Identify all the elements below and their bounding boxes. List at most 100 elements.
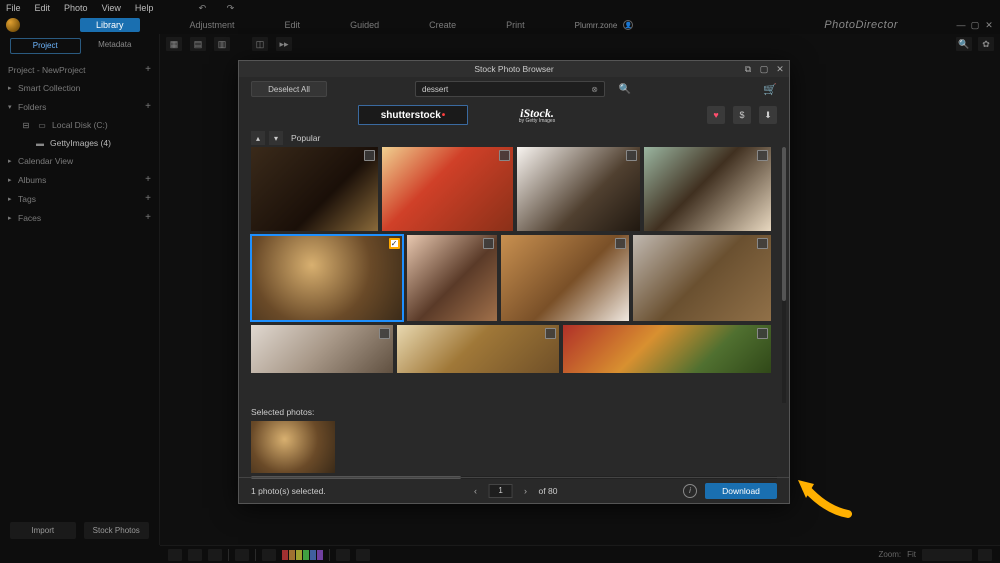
photo-thumb[interactable]: [397, 325, 559, 373]
provider-istock-tab[interactable]: iStock. by Getty Images: [482, 105, 592, 125]
menu-help[interactable]: Help: [135, 3, 154, 13]
sort-label[interactable]: Popular: [291, 133, 320, 143]
color-orange-icon[interactable]: [289, 550, 295, 560]
thumb-checkbox[interactable]: [757, 150, 768, 161]
maximize-dialog-icon[interactable]: ▢: [759, 64, 769, 75]
purchased-icon[interactable]: $: [733, 106, 751, 124]
sidebar-tags[interactable]: ▸ Tags +: [0, 189, 159, 208]
selected-thumb[interactable]: [251, 421, 335, 473]
favorites-icon[interactable]: ♥: [707, 106, 725, 124]
sidebar-local-disk[interactable]: ⊟ ▭ Local Disk (C:): [0, 116, 159, 134]
search-button-icon[interactable]: 🔍: [617, 81, 633, 97]
downloads-icon[interactable]: ⬇: [759, 106, 777, 124]
sort-asc-icon[interactable]: ▴: [251, 131, 265, 145]
slideshow-icon[interactable]: ▸▸: [276, 37, 292, 51]
sidebar-calendar[interactable]: ▸ Calendar View: [0, 152, 159, 170]
sort-desc-icon[interactable]: ▾: [269, 131, 283, 145]
thumb-checkbox[interactable]: [499, 150, 510, 161]
plus-icon[interactable]: +: [145, 212, 151, 223]
thumb-checkbox[interactable]: ✓: [389, 238, 400, 249]
grid-scrollbar[interactable]: [782, 147, 786, 403]
color-purple-icon[interactable]: [317, 550, 323, 560]
page-next-icon[interactable]: ›: [521, 486, 531, 496]
download-button[interactable]: Download: [705, 483, 777, 499]
menu-photo[interactable]: Photo: [64, 3, 88, 13]
settings-icon[interactable]: ✿: [978, 37, 994, 51]
page-prev-icon[interactable]: ‹: [471, 486, 481, 496]
sidebar-smart-collection[interactable]: ▸ Smart Collection: [0, 79, 159, 97]
redo-icon[interactable]: ↷: [223, 1, 237, 15]
photo-thumb[interactable]: [382, 147, 513, 231]
sidebar-albums[interactable]: ▸ Albums +: [0, 170, 159, 189]
undo-icon[interactable]: ↶: [195, 1, 209, 15]
sidebar-project-header[interactable]: Project - NewProject +: [0, 60, 159, 79]
page-input[interactable]: [489, 484, 513, 498]
close-dialog-icon[interactable]: ✕: [775, 64, 785, 75]
sidebar-faces[interactable]: ▸ Faces +: [0, 208, 159, 227]
view-grid-icon[interactable]: ▤: [190, 37, 206, 51]
filmstrip-toggle-icon[interactable]: [168, 549, 182, 561]
color-yellow-icon[interactable]: [296, 550, 302, 560]
flag-icon[interactable]: [262, 549, 276, 561]
close-icon[interactable]: ✕: [984, 20, 994, 31]
sidebar-folders[interactable]: ▾ Folders +: [0, 97, 159, 116]
zoom-value[interactable]: Fit: [907, 550, 916, 559]
photo-thumb[interactable]: [407, 235, 498, 321]
search-icon[interactable]: 🔍: [956, 37, 972, 51]
thumb-checkbox[interactable]: [626, 150, 637, 161]
provider-shutterstock-tab[interactable]: shutterstock •: [358, 105, 468, 125]
menu-view[interactable]: View: [102, 3, 121, 13]
thumb-checkbox[interactable]: [364, 150, 375, 161]
menu-edit[interactable]: Edit: [35, 3, 51, 13]
side-tab-project[interactable]: Project: [10, 38, 81, 54]
stock-photos-button[interactable]: Stock Photos: [84, 522, 150, 539]
photo-thumb[interactable]: [563, 325, 771, 373]
mode-guided[interactable]: Guided: [350, 20, 379, 30]
mode-library[interactable]: Library: [80, 18, 140, 32]
photo-thumb[interactable]: [251, 147, 378, 231]
zoom-slider-icon[interactable]: [922, 549, 972, 561]
fullscreen-icon[interactable]: [978, 549, 992, 561]
clear-search-icon[interactable]: ⊗: [591, 85, 598, 94]
thumb-checkbox[interactable]: [757, 328, 768, 339]
view-list-icon[interactable]: ▥: [214, 37, 230, 51]
color-blue-icon[interactable]: [310, 550, 316, 560]
plus-icon[interactable]: +: [145, 64, 151, 75]
photo-thumb[interactable]: [501, 235, 629, 321]
share-icon[interactable]: [356, 549, 370, 561]
photo-thumb[interactable]: [517, 147, 640, 231]
maximize-icon[interactable]: ▢: [970, 20, 980, 31]
side-tab-metadata[interactable]: Metadata: [81, 38, 150, 54]
mode-print[interactable]: Print: [506, 20, 525, 30]
photo-thumb[interactable]: [633, 235, 771, 321]
minimize-icon[interactable]: —: [956, 20, 966, 31]
menu-file[interactable]: File: [6, 3, 21, 13]
photo-thumb[interactable]: [644, 147, 771, 231]
mode-edit[interactable]: Edit: [285, 20, 301, 30]
thumb-checkbox[interactable]: [545, 328, 556, 339]
search-input[interactable]: [422, 85, 591, 94]
mode-create[interactable]: Create: [429, 20, 456, 30]
thumb-checkbox[interactable]: [379, 328, 390, 339]
mode-adjustment[interactable]: Adjustment: [190, 20, 235, 30]
deselect-all-button[interactable]: Deselect All: [251, 81, 327, 97]
compare-icon[interactable]: ◫: [252, 37, 268, 51]
cart-icon[interactable]: 🛒: [763, 83, 777, 96]
thumb-checkbox[interactable]: [757, 238, 768, 249]
plus-icon[interactable]: +: [145, 193, 151, 204]
plus-icon[interactable]: +: [145, 174, 151, 185]
color-green-icon[interactable]: [303, 550, 309, 560]
sidebar-getty-folder[interactable]: ▬ GettyImages (4): [0, 134, 159, 152]
view-single-icon[interactable]: ▦: [166, 37, 182, 51]
popout-icon[interactable]: ⧉: [743, 64, 753, 75]
user-name[interactable]: Plumrr.zone: [575, 21, 618, 30]
plus-icon[interactable]: +: [145, 101, 151, 112]
rotate-icon[interactable]: [235, 549, 249, 561]
color-red-icon[interactable]: [282, 550, 288, 560]
import-button[interactable]: Import: [10, 522, 76, 539]
photo-thumb[interactable]: ✓: [251, 235, 403, 321]
thumb-checkbox[interactable]: [615, 238, 626, 249]
rating-icon[interactable]: [336, 549, 350, 561]
user-avatar-icon[interactable]: 👤: [623, 20, 633, 30]
view-toggle2-icon[interactable]: [208, 549, 222, 561]
